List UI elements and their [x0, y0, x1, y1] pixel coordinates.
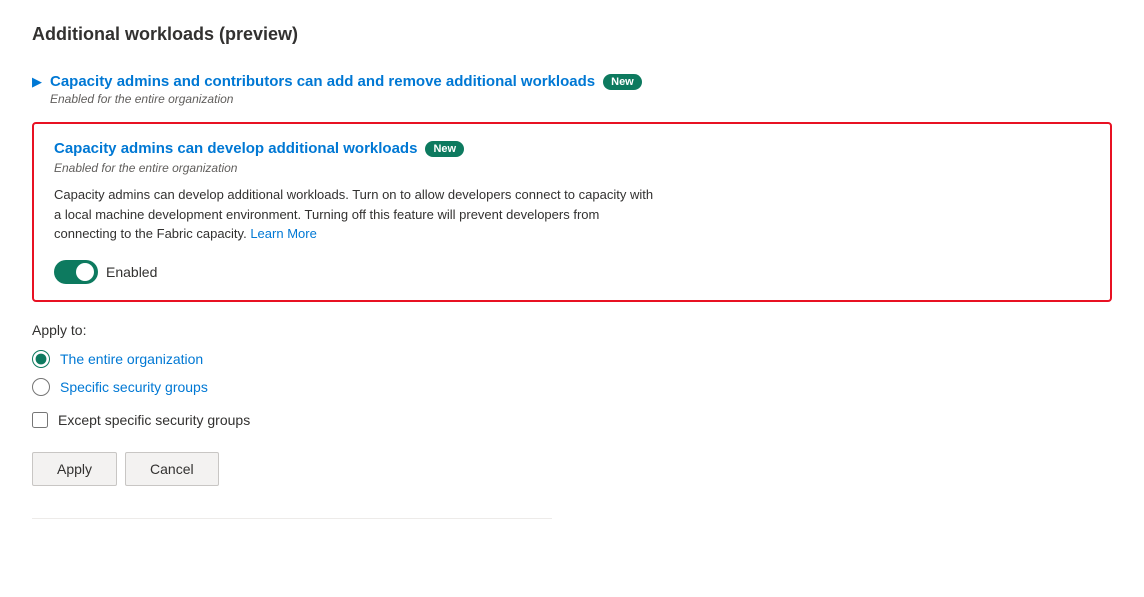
apply-button[interactable]: Apply — [32, 452, 117, 486]
description-text: Capacity admins can develop additional w… — [54, 185, 654, 244]
except-groups-checkbox[interactable] — [32, 412, 48, 428]
chevron-right-icon: ▶ — [32, 74, 42, 90]
toggle-switch[interactable] — [54, 260, 98, 284]
toggle-label: Enabled — [106, 264, 157, 280]
apply-to-section: Apply to: The entire organization Specif… — [32, 322, 1112, 428]
radio-entire-org-input[interactable] — [32, 350, 50, 368]
collapsed-item-subtitle: Enabled for the entire organization — [50, 92, 642, 106]
collapsed-item[interactable]: ▶ Capacity admins and contributors can a… — [32, 65, 1112, 114]
toggle-container[interactable]: Enabled — [54, 260, 1090, 284]
except-groups-label: Except specific security groups — [58, 412, 250, 428]
toggle-slider — [54, 260, 98, 284]
collapsed-item-header: Capacity admins and contributors can add… — [50, 73, 642, 106]
expanded-card: Capacity admins can develop additional w… — [32, 122, 1112, 302]
expanded-item-subtitle: Enabled for the entire organization — [54, 161, 1090, 175]
collapsed-new-badge: New — [603, 74, 642, 90]
cancel-button[interactable]: Cancel — [125, 452, 219, 486]
expanded-title-row: Capacity admins can develop additional w… — [54, 140, 1090, 157]
page-title: Additional workloads (preview) — [32, 24, 1112, 45]
apply-to-title: Apply to: — [32, 322, 1112, 338]
collapsed-item-title: Capacity admins and contributors can add… — [50, 73, 595, 90]
expanded-item-title: Capacity admins can develop additional w… — [54, 140, 417, 157]
collapsed-item-title-row: Capacity admins and contributors can add… — [50, 73, 642, 90]
radio-specific-groups-input[interactable] — [32, 378, 50, 396]
expanded-new-badge: New — [425, 141, 464, 157]
radio-specific-groups-label: Specific security groups — [60, 379, 208, 395]
button-row: Apply Cancel — [32, 452, 1112, 486]
except-groups-checkbox-item[interactable]: Except specific security groups — [32, 412, 1112, 428]
radio-group: The entire organization Specific securit… — [32, 350, 1112, 396]
divider — [32, 518, 552, 519]
radio-specific-groups[interactable]: Specific security groups — [32, 378, 1112, 396]
radio-entire-org-label: The entire organization — [60, 351, 203, 367]
radio-entire-org[interactable]: The entire organization — [32, 350, 1112, 368]
learn-more-link[interactable]: Learn More — [250, 226, 316, 241]
